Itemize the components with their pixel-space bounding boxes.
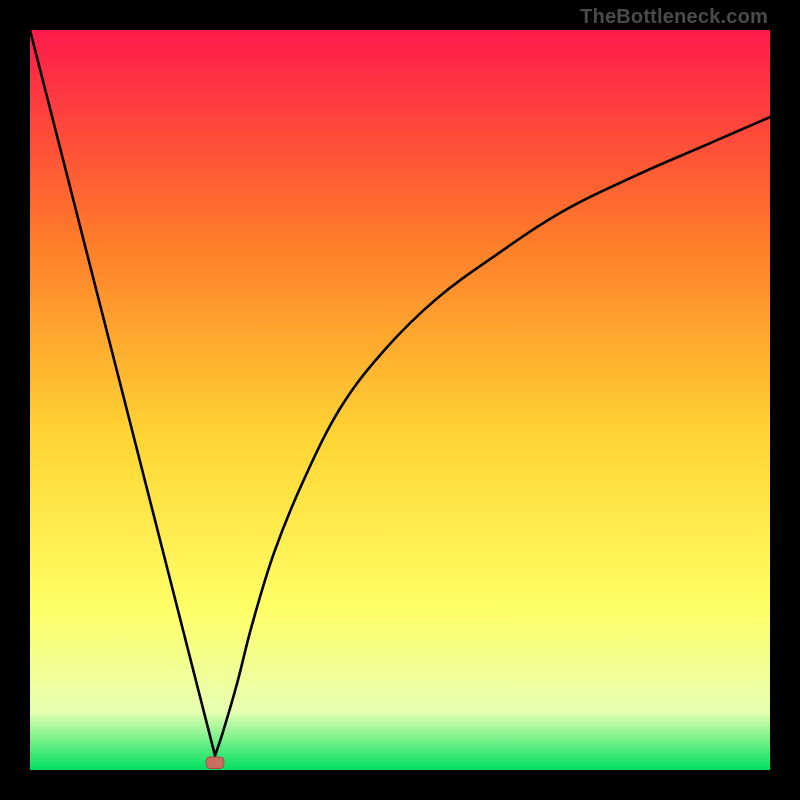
plot-area (30, 30, 770, 770)
plot-svg (30, 30, 770, 770)
gradient-background (30, 30, 770, 770)
minimum-marker (206, 757, 224, 769)
watermark-text: TheBottleneck.com (580, 6, 768, 29)
chart-frame: TheBottleneck.com (0, 0, 800, 800)
